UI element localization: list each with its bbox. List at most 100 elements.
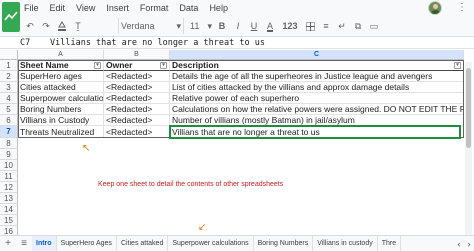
- sheet-tab-boring-numbers[interactable]: Boring Numbers: [254, 235, 314, 251]
- row-header[interactable]: 1: [0, 60, 18, 71]
- font-size-select[interactable]: 11 ▾: [188, 18, 214, 34]
- sheet-tab-villians-in-custody[interactable]: Villians in custody: [313, 235, 378, 251]
- row-header[interactable]: 13: [0, 193, 18, 204]
- filter-dropdown-icon[interactable]: ▾: [94, 62, 101, 69]
- table-header-cell[interactable]: Owner ▾: [104, 60, 170, 71]
- table-cell[interactable]: Cities attacked: [18, 82, 104, 93]
- table-cell[interactable]: <Redacted>: [104, 104, 170, 115]
- cell-reference[interactable]: C7: [20, 38, 30, 48]
- comment-icon[interactable]: ▭: [366, 18, 382, 34]
- sheet-tab-threats[interactable]: Thre: [378, 235, 402, 251]
- undo-icon[interactable]: ↶: [22, 18, 38, 34]
- bold-icon[interactable]: B: [214, 18, 230, 34]
- column-header-a[interactable]: A: [18, 50, 104, 60]
- formula-bar[interactable]: C7 Villians that are no longer a threat …: [0, 36, 474, 49]
- menu-file[interactable]: File: [24, 3, 39, 13]
- table-cell[interactable]: Villians in Custody: [18, 115, 104, 126]
- add-sheet-icon[interactable]: +: [0, 236, 16, 251]
- borders-icon[interactable]: [302, 18, 318, 34]
- avatar-head: [433, 4, 438, 9]
- row-header[interactable]: 7: [0, 126, 18, 138]
- menu-help[interactable]: Help: [209, 3, 228, 13]
- table-header-cell[interactable]: Description ▾: [170, 60, 464, 71]
- sheet-tab-superhero-ages[interactable]: SuperHero Ages: [57, 235, 117, 251]
- row-header[interactable]: 5: [0, 104, 18, 115]
- vertical-scrollbar[interactable]: [465, 62, 472, 238]
- menu-edit[interactable]: Edit: [50, 3, 66, 13]
- row-header[interactable]: 16: [0, 226, 18, 235]
- chevron-down-icon: ▾: [176, 20, 181, 31]
- table-cell[interactable]: SuperHero ages: [18, 71, 104, 82]
- italic-icon[interactable]: I: [230, 18, 246, 34]
- filter-dropdown-icon[interactable]: ▾: [454, 62, 461, 69]
- scroll-tabs-right-icon[interactable]: ›: [464, 236, 474, 251]
- spreadsheet-grid[interactable]: A B C 1 2 3 4 5 6 7 8 9 10 11 12 13 14 1…: [0, 50, 474, 235]
- table-cell[interactable]: List of cities attacked by the villians …: [170, 82, 464, 93]
- row-header[interactable]: 4: [0, 93, 18, 104]
- row-header[interactable]: 6: [0, 115, 18, 126]
- row-header[interactable]: 2: [0, 71, 18, 82]
- row-header[interactable]: 15: [0, 215, 18, 226]
- arrow-pointer-icon: ↙: [198, 222, 207, 233]
- scrollbar-thumb[interactable]: [466, 68, 471, 148]
- table-header-cell[interactable]: Sheet Name ▾: [18, 60, 104, 71]
- column-header-b[interactable]: B: [104, 50, 170, 60]
- font-family-value: Verdana: [121, 21, 155, 31]
- table-cell[interactable]: Boring Numbers: [18, 104, 104, 115]
- table-cell[interactable]: <Redacted>: [104, 71, 170, 82]
- redo-icon[interactable]: ↷: [38, 18, 54, 34]
- wrap-icon[interactable]: ↵: [334, 18, 350, 34]
- fill-color-icon[interactable]: [54, 18, 70, 34]
- header-description: Description: [172, 60, 219, 70]
- menu-view[interactable]: View: [76, 3, 95, 13]
- font-size-value: 11: [190, 21, 200, 31]
- table-cell[interactable]: <Redacted>: [104, 115, 170, 126]
- sheet-tab-cities-attaked[interactable]: Cities attaked: [117, 235, 169, 251]
- table-cell[interactable]: Calculations on how the relative powers …: [170, 104, 464, 115]
- link-icon[interactable]: ⧉: [350, 18, 366, 34]
- avatar-body: [431, 10, 440, 14]
- table-cell[interactable]: Superpower calculations: [18, 93, 104, 104]
- menu-insert[interactable]: Insert: [106, 3, 129, 13]
- table-cell[interactable]: <Redacted>: [104, 93, 170, 104]
- filter-dropdown-icon[interactable]: ▾: [160, 62, 167, 69]
- header-owner: Owner: [106, 60, 133, 70]
- table-cell[interactable]: <Redacted>: [104, 126, 170, 138]
- font-family-select[interactable]: Verdana ▾: [118, 18, 184, 34]
- table-cell[interactable]: Relative power of each superhero: [170, 93, 464, 104]
- row-header[interactable]: 3: [0, 82, 18, 93]
- table-cell[interactable]: Threats Neutralized: [18, 126, 104, 138]
- select-all-corner[interactable]: [0, 50, 18, 60]
- chevron-down-icon: ▾: [207, 20, 212, 31]
- row-header[interactable]: 9: [0, 149, 18, 160]
- user-avatar[interactable]: [428, 1, 442, 15]
- table-cell-selected[interactable]: Villians that are no longer a threat to …: [170, 126, 464, 138]
- table-cell[interactable]: Details the age of all the superheores i…: [170, 71, 464, 82]
- scroll-tabs-left-icon[interactable]: ‹: [454, 236, 464, 251]
- tab-navigation: ‹ ›: [454, 236, 474, 251]
- menu-bar: File Edit View Insert Format Data Help: [24, 3, 228, 13]
- menu-data[interactable]: Data: [179, 3, 198, 13]
- row-header[interactable]: 11: [0, 171, 18, 182]
- text-color-icon[interactable]: A: [262, 18, 278, 34]
- table-cell[interactable]: Number of villians (mostly Batman) in ja…: [170, 115, 464, 126]
- align-icon[interactable]: ≡: [318, 18, 334, 34]
- row-header[interactable]: 12: [0, 182, 18, 193]
- sheet-tab-superpower-calculations[interactable]: Superpower calculations: [168, 235, 254, 251]
- row-header[interactable]: 10: [0, 160, 18, 171]
- app-header: File Edit View Insert Format Data Help ⋮…: [0, 0, 474, 36]
- sheets-logo-icon[interactable]: [2, 2, 20, 32]
- underline-icon[interactable]: U: [246, 18, 262, 34]
- column-header-c[interactable]: C: [170, 50, 464, 60]
- table-cell[interactable]: <Redacted>: [104, 82, 170, 93]
- formula-input[interactable]: Villians that are no longer a threat to …: [50, 38, 265, 48]
- more-options-icon[interactable]: ⋮: [456, 2, 468, 14]
- row-header[interactable]: 14: [0, 204, 18, 215]
- arrow-pointer-icon: ↖: [82, 143, 91, 154]
- number-format-button[interactable]: 123: [278, 18, 302, 34]
- menu-format[interactable]: Format: [140, 3, 169, 13]
- clear-format-icon[interactable]: Ṯ: [70, 18, 86, 34]
- all-sheets-icon[interactable]: ≡: [16, 236, 32, 251]
- sheet-tab-intro[interactable]: Intro: [32, 235, 57, 251]
- row-header[interactable]: 8: [0, 138, 18, 149]
